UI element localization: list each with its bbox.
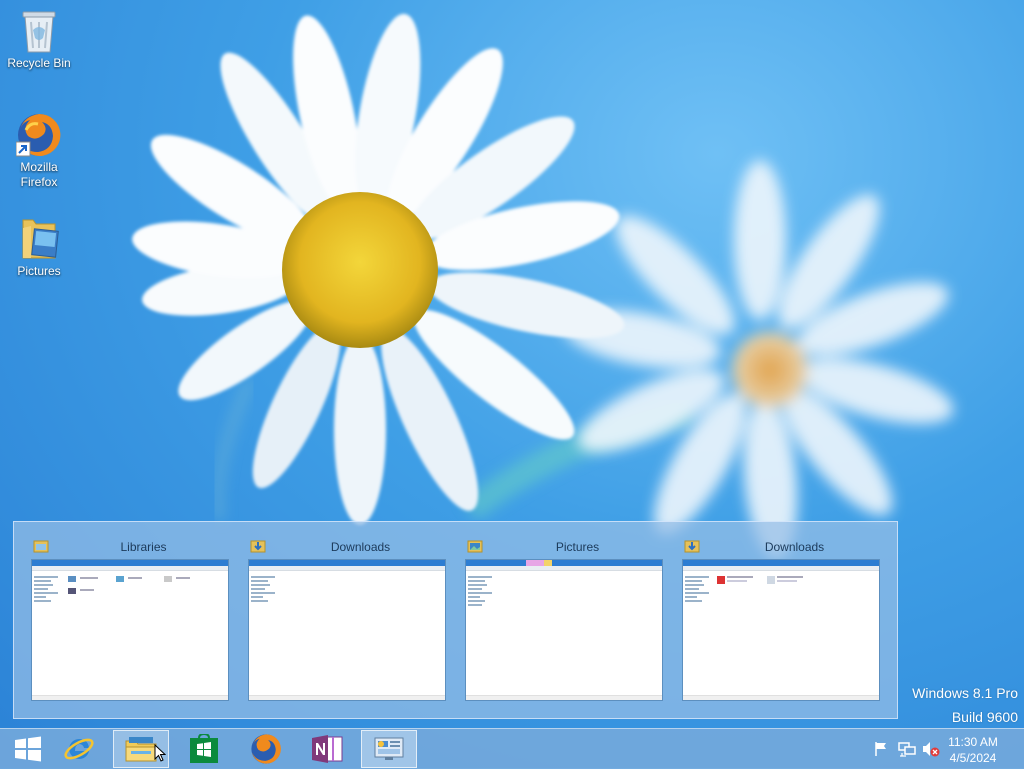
- watermark-edition: Windows 8.1 Pro: [912, 685, 1018, 701]
- system-clock[interactable]: 11:30 AM 4/5/2024: [941, 734, 1005, 766]
- taskbar-file-explorer[interactable]: [113, 730, 169, 768]
- desktop-icon-recycle-bin[interactable]: Recycle Bin: [1, 8, 77, 71]
- desktop-icon-label-line1: Mozilla: [20, 160, 58, 174]
- taskbar-control-panel[interactable]: [361, 730, 417, 768]
- thumbnail-header: Downloads: [247, 536, 448, 556]
- volume-muted-icon[interactable]: [922, 741, 940, 757]
- internet-explorer-icon: [64, 738, 94, 760]
- taskbar-onenote[interactable]: [299, 730, 355, 768]
- thumbnail-window-preview: [31, 559, 229, 701]
- thumbnail-window-preview: [248, 559, 446, 701]
- thumbnail-window-preview: [682, 559, 880, 701]
- taskbar: 11:30 AM 4/5/2024: [0, 728, 1024, 769]
- libraries-icon: [33, 540, 49, 553]
- thumbnail-title: Downloads: [764, 540, 825, 554]
- taskbar-internet-explorer[interactable]: [51, 730, 107, 768]
- thumbnail-downloads-1[interactable]: Downloads: [247, 536, 448, 706]
- firefox-icon: [16, 113, 61, 157]
- action-center-flag-icon[interactable]: [873, 741, 889, 757]
- taskbar-thumbnail-preview: Libraries Downloads Pictures Downloads: [13, 521, 898, 719]
- start-button[interactable]: [0, 730, 56, 768]
- mouse-cursor-icon: [154, 744, 166, 762]
- store-icon: [190, 734, 218, 763]
- thumbnail-header: Downloads: [681, 536, 882, 556]
- folder-icon: [22, 219, 59, 259]
- taskbar-store[interactable]: [176, 730, 232, 768]
- clock-date: 4/5/2024: [949, 751, 997, 765]
- thumbnail-pictures[interactable]: Pictures: [464, 536, 665, 706]
- network-icon[interactable]: [898, 741, 916, 757]
- thumbnail-title: Pictures: [555, 540, 600, 554]
- taskbar-firefox[interactable]: [238, 730, 294, 768]
- thumbnail-window-preview: [465, 559, 663, 701]
- control-panel-icon: [374, 737, 404, 760]
- thumbnail-downloads-2[interactable]: Downloads: [681, 536, 882, 706]
- onenote-icon: [312, 735, 343, 763]
- desktop-icon-label-line2: Firefox: [20, 175, 58, 189]
- windows-version-watermark: Windows 8.1 Pro Build 9600: [912, 685, 1018, 725]
- thumbnail-title: Libraries: [120, 540, 167, 554]
- file-explorer-icon: [125, 737, 157, 762]
- watermark-build: Build 9600: [951, 709, 1018, 725]
- clock-time: 11:30 AM: [948, 735, 998, 749]
- desktop-icon-label: Pictures: [17, 264, 61, 278]
- thumbnail-header: Libraries: [30, 536, 231, 556]
- thumbnail-header: Pictures: [464, 536, 665, 556]
- downloads-folder-icon: [684, 540, 700, 553]
- downloads-folder-icon: [250, 540, 266, 553]
- desktop-icon-label: Recycle Bin: [7, 56, 71, 70]
- thumbnail-libraries[interactable]: Libraries: [30, 536, 231, 706]
- thumbnail-title: Downloads: [330, 540, 391, 554]
- desktop-icon-pictures[interactable]: Pictures: [1, 214, 77, 279]
- recycle-bin-icon: [22, 11, 56, 53]
- desktop-icon-firefox[interactable]: Mozilla Firefox: [1, 112, 77, 190]
- pictures-folder-icon: [467, 540, 483, 553]
- start-icon: [15, 736, 41, 762]
- firefox-icon: [251, 734, 281, 764]
